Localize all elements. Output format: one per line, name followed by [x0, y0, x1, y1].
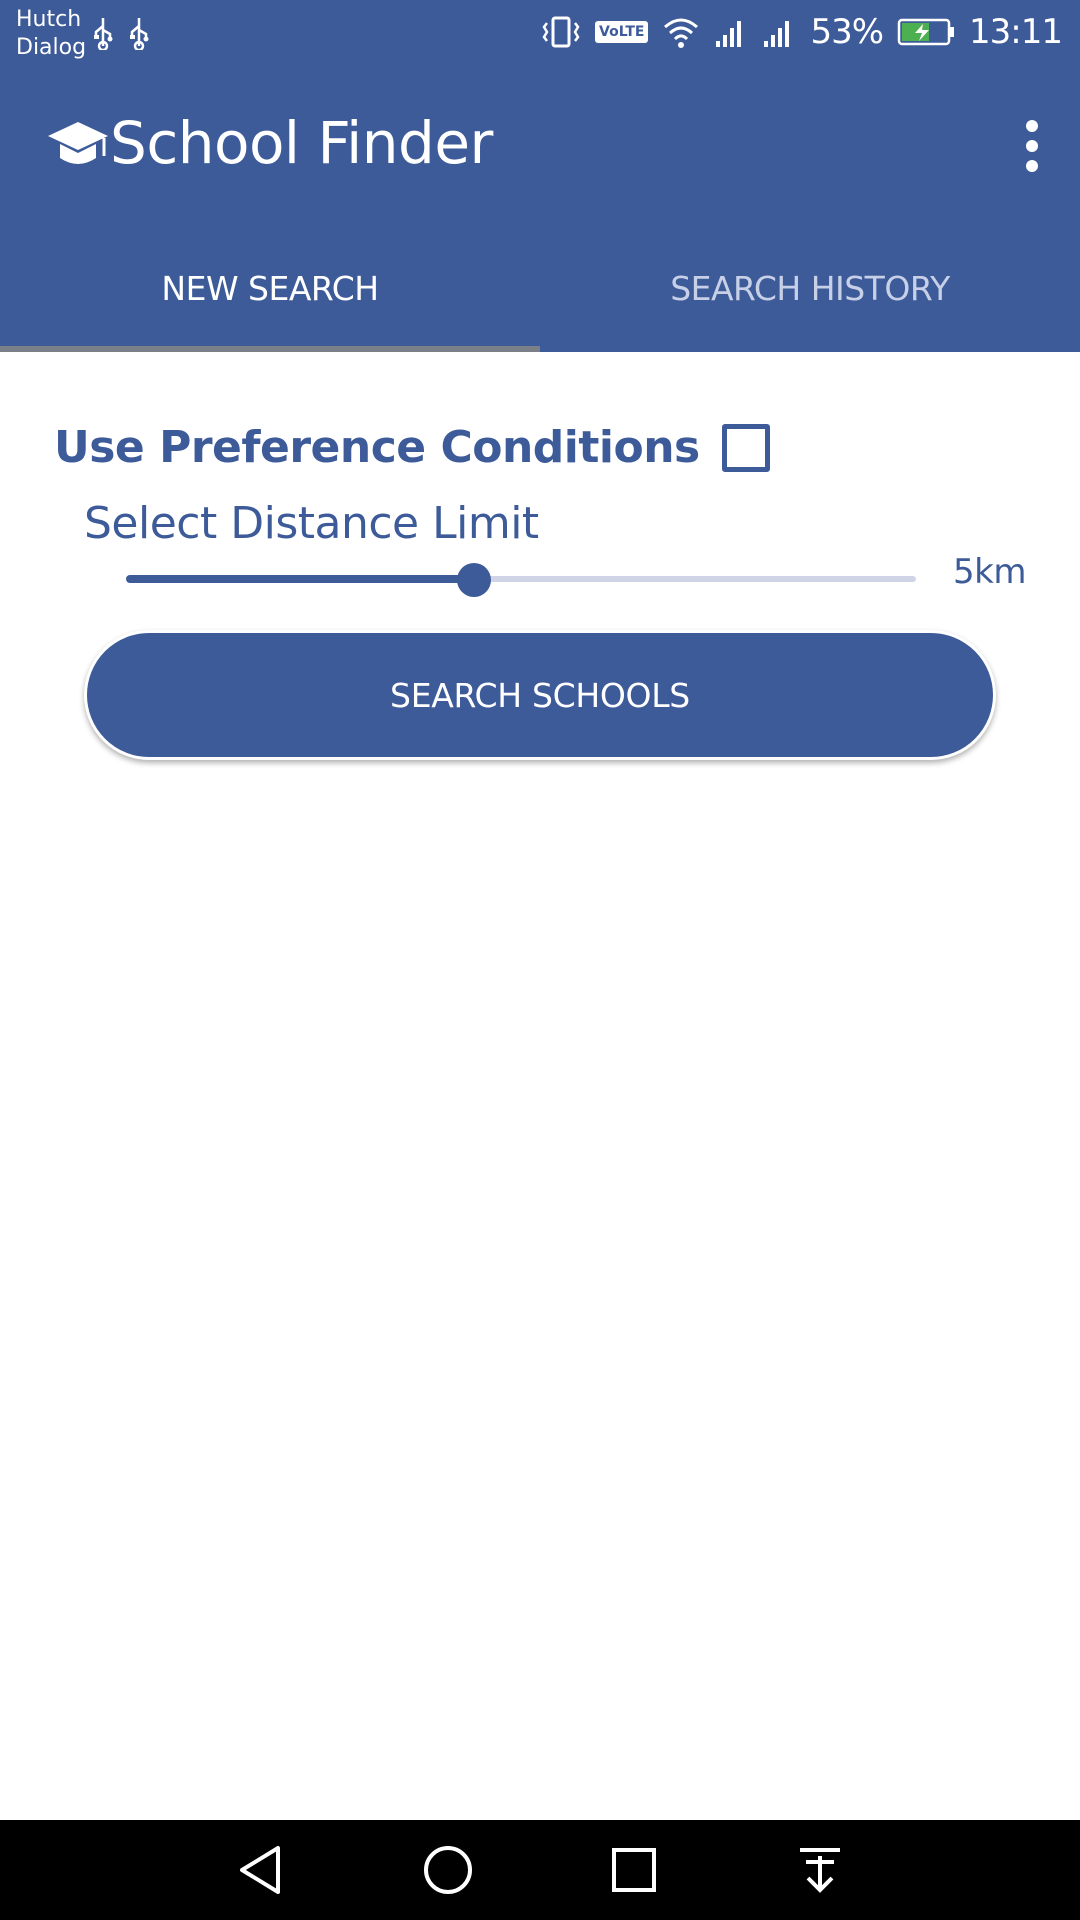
carrier-1: Hutch [16, 7, 82, 32]
recents-square-icon[interactable] [606, 1842, 662, 1898]
status-bar: Hutch Dialog VoLTE 53% 13:11 [0, 0, 1080, 64]
preference-checkbox[interactable] [721, 423, 770, 472]
clock: 13:11 [969, 12, 1063, 52]
more-vert-icon[interactable] [1012, 116, 1052, 176]
search-schools-button[interactable]: SEARCH SCHOOLS [84, 630, 996, 760]
distance-slider[interactable] [126, 560, 916, 600]
back-triangle-icon[interactable] [234, 1842, 290, 1898]
slider-fill [126, 575, 474, 583]
signal-icon [716, 21, 742, 47]
tab-label: NEW SEARCH [161, 268, 379, 308]
tab-new-search[interactable]: NEW SEARCH [0, 224, 540, 352]
search-button-label: SEARCH SCHOOLS [390, 675, 690, 715]
volte-badge: VoLTE [595, 21, 649, 43]
distance-label: Select Distance Limit [84, 498, 539, 549]
wifi-icon [664, 18, 699, 48]
app-bar: School Finder [0, 64, 1080, 224]
app-title: School Finder [110, 109, 493, 177]
tab-indicator [0, 346, 540, 352]
tab-bar: NEW SEARCH SEARCH HISTORY [0, 224, 1080, 352]
usb-icon [130, 18, 149, 50]
signal-icon [764, 21, 790, 47]
usb-icon [94, 18, 113, 50]
battery-percent: 53% [810, 12, 884, 52]
graduation-cap-icon [48, 122, 108, 164]
vibrate-icon [542, 16, 580, 48]
pull-down-icon[interactable] [792, 1842, 848, 1898]
carrier-2: Dialog [16, 35, 87, 60]
home-circle-icon[interactable] [420, 1842, 476, 1898]
navigation-bar [0, 1820, 1080, 1920]
tab-search-history[interactable]: SEARCH HISTORY [540, 224, 1080, 352]
carrier-names: Hutch Dialog [16, 6, 86, 62]
slider-thumb[interactable] [456, 563, 491, 597]
preference-row: Use Preference Conditions [54, 422, 770, 473]
tab-label: SEARCH HISTORY [670, 268, 950, 308]
usb-icons [92, 16, 150, 50]
status-icons: VoLTE 53% 13:11 [541, 8, 1063, 56]
preference-label: Use Preference Conditions [54, 422, 700, 473]
distance-value: 5km [953, 552, 1026, 592]
battery-charging-icon [897, 18, 955, 46]
screen: Hutch Dialog VoLTE 53% 13:11 School Find… [0, 0, 1080, 1920]
